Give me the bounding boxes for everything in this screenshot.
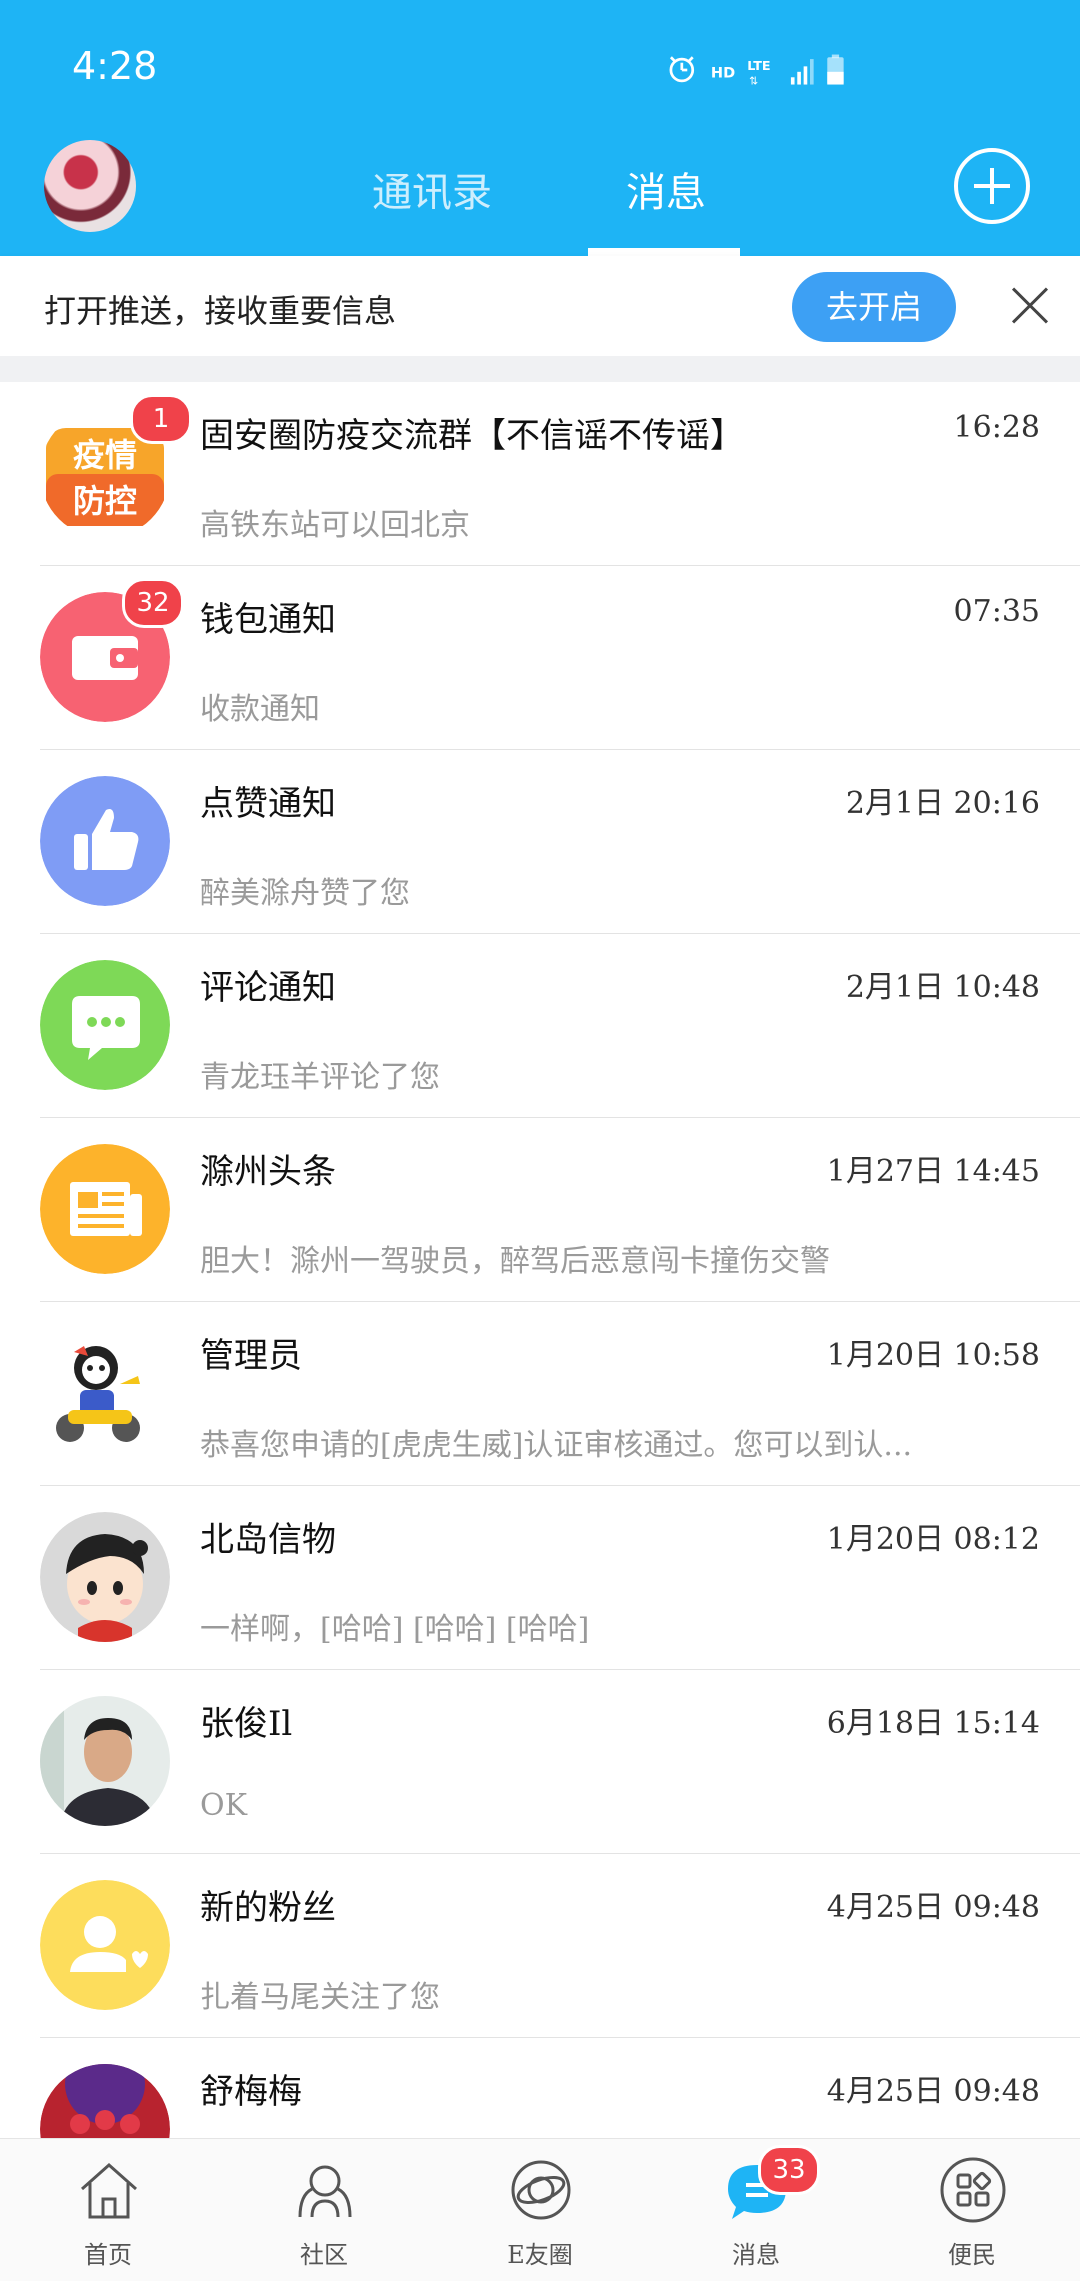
conversation-title: 管理员 (200, 1336, 302, 1376)
conversation-preview: 一样啊，[哈哈] [哈哈] [哈哈] (200, 1612, 590, 1647)
alarm-icon (669, 56, 695, 83)
conversation-title: 钱包通知 (200, 600, 336, 640)
conversation-preview: 高铁东站可以回北京 (200, 508, 470, 543)
list-item[interactable]: 32 钱包通知 收款通知 07:35 (0, 566, 1080, 750)
list-item[interactable]: 舒梅梅 4月25日 09:48 (0, 2038, 1080, 2138)
conversation-title: 点赞通知 (200, 784, 336, 824)
svg-text:⇅: ⇅ (749, 75, 758, 88)
unread-badge: 32 (122, 578, 184, 628)
conversation-title: 固安圈防疫交流群【不信谣不传谣】 (200, 416, 744, 456)
conversation-preview: OK (200, 1788, 248, 1823)
nav-home-label: 首页 (84, 2241, 132, 2269)
add-button[interactable] (954, 148, 1030, 224)
planet-icon (511, 2160, 571, 2220)
conversation-time: 1月20日 08:12 (826, 1522, 1040, 1557)
home-icon (81, 2162, 137, 2219)
tab-messages[interactable]: 消息 (626, 160, 706, 218)
conversation-time: 2月1日 10:48 (845, 970, 1040, 1005)
conversation-preview: 胆大！滁州一驾驶员，醉驾后恶意闯卡撞伤交警 (200, 1244, 830, 1279)
thumbs-up-icon (40, 776, 170, 906)
conversation-title: 评论通知 (200, 968, 336, 1008)
divider (0, 356, 1080, 382)
conversation-time: 07:35 (953, 594, 1040, 629)
list-item[interactable]: 管理员 恭喜您申请的[虎虎生威]认证审核通过。您可以到认... 1月20日 10… (0, 1302, 1080, 1486)
bottom-nav: 首页 社区 E友圈 33 消息 便民 (0, 2138, 1080, 2281)
photo-man-avatar (40, 1696, 170, 1826)
message-badge: 33 (758, 2145, 820, 2195)
nav-community[interactable]: 社区 (216, 2139, 432, 2281)
signal-icon (790, 59, 814, 85)
push-banner-text: 打开推送，接收重要信息 (44, 292, 397, 330)
list-item[interactable]: 张俊Il OK 6月18日 15:14 (0, 1670, 1080, 1854)
nav-services[interactable]: 便民 (864, 2139, 1080, 2281)
tab-contacts[interactable]: 通讯录 (372, 160, 492, 218)
new-fans-icon (40, 1880, 170, 2010)
conversation-preview: 恭喜您申请的[虎虎生威]认证审核通过。您可以到认... (200, 1428, 913, 1463)
push-banner: 打开推送，接收重要信息 去开启 (0, 256, 1080, 356)
lte-label: LTE (747, 58, 770, 73)
conversation-time: 6月18日 15:14 (826, 1706, 1040, 1741)
list-item[interactable]: 评论通知 青龙珏羊评论了您 2月1日 10:48 (0, 934, 1080, 1118)
admin-tiger-avatar (40, 1328, 170, 1458)
status-icons: HD LTE ⇅ (669, 54, 844, 88)
conversation-preview: 收款通知 (200, 692, 320, 727)
conversation-title: 北岛信物 (200, 1520, 336, 1560)
list-item[interactable]: 疫情 防控 1 固安圈防疫交流群【不信谣不传谣】 高铁东站可以回北京 16:28 (0, 382, 1080, 566)
status-bar: 4:28 HD LTE ⇅ (0, 0, 1080, 120)
clock: 4:28 (72, 44, 158, 88)
list-item[interactable]: 北岛信物 一样啊，[哈哈] [哈哈] [哈哈] 1月20日 08:12 (0, 1486, 1080, 1670)
conversation-time: 1月20日 10:58 (826, 1338, 1040, 1373)
enable-push-button[interactable]: 去开启 (792, 272, 956, 342)
nav-efriends-label: E友圈 (507, 2241, 573, 2269)
list-item[interactable]: 点赞通知 醉美滁舟赞了您 2月1日 20:16 (0, 750, 1080, 934)
svg-text:疫情: 疫情 (73, 436, 137, 474)
list-item[interactable]: 新的粉丝 扎着马尾关注了您 4月25日 09:48 (0, 1854, 1080, 2038)
hd-label: HD (711, 65, 735, 81)
conversation-time: 4月25日 09:48 (826, 2074, 1040, 2109)
conversation-title: 张俊Il (200, 1704, 293, 1744)
conversation-time: 4月25日 09:48 (826, 1890, 1040, 1925)
top-nav: 通讯录 消息 (0, 120, 1080, 256)
comment-icon (40, 960, 170, 1090)
svg-text:防控: 防控 (73, 482, 137, 520)
conversation-time: 2月1日 20:16 (845, 786, 1040, 821)
header: 4:28 HD LTE ⇅ 通讯录 消息 (0, 0, 1080, 256)
nav-messages[interactable]: 33 消息 (648, 2139, 864, 2281)
conversation-list[interactable]: 疫情 防控 1 固安圈防疫交流群【不信谣不传谣】 高铁东站可以回北京 16:28… (0, 382, 1080, 2138)
conversation-time: 16:28 (953, 410, 1040, 445)
nav-community-label: 社区 (300, 2241, 348, 2269)
user-avatar[interactable] (44, 140, 136, 232)
nav-messages-label: 消息 (732, 2241, 780, 2269)
list-item[interactable]: 滁州头条 胆大！滁州一驾驶员，醉驾后恶意闯卡撞伤交警 1月27日 14:45 (0, 1118, 1080, 1302)
conversation-title: 舒梅梅 (200, 2072, 302, 2112)
community-icon (298, 2165, 352, 2218)
nav-services-label: 便民 (948, 2241, 996, 2269)
conversation-preview: 醉美滁舟赞了您 (200, 876, 410, 911)
news-icon (40, 1144, 170, 1274)
close-icon[interactable] (1010, 286, 1050, 326)
conversation-title: 新的粉丝 (200, 1888, 336, 1928)
nav-efriends[interactable]: E友圈 (432, 2139, 648, 2281)
battery-icon (827, 54, 844, 85)
conversation-preview: 扎着马尾关注了您 (200, 1980, 440, 2015)
active-tab-indicator (588, 248, 740, 256)
conversation-time: 1月27日 14:45 (826, 1154, 1040, 1189)
flowers-avatar (40, 2064, 170, 2138)
conversation-title: 滁州头条 (200, 1152, 336, 1192)
grid-icon (940, 2157, 1006, 2223)
conversation-preview: 青龙珏羊评论了您 (200, 1060, 440, 1095)
nav-home[interactable]: 首页 (0, 2139, 216, 2281)
cartoon-boy-avatar (40, 1512, 170, 1642)
unread-badge: 1 (130, 394, 192, 444)
